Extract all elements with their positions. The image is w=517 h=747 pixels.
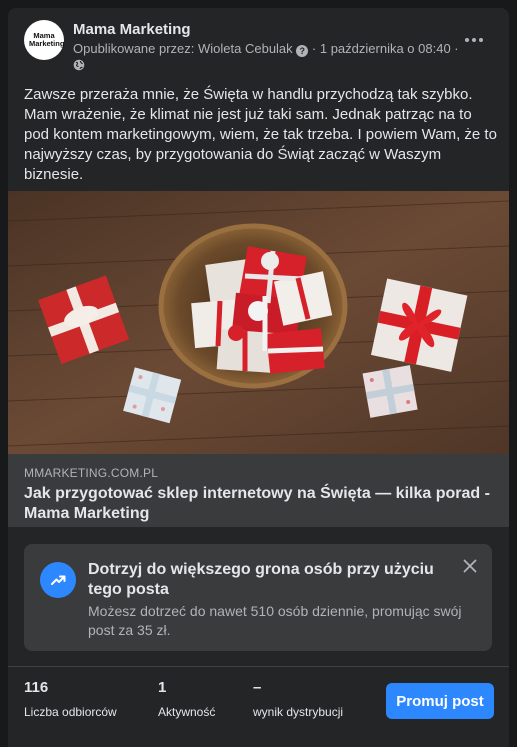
distribution-value: –	[253, 679, 262, 696]
more-options-button[interactable]	[460, 30, 488, 50]
close-icon[interactable]	[460, 556, 480, 576]
link-preview[interactable]: MMARKETING.COM.PL Jak przygotować sklep …	[8, 454, 509, 527]
avatar[interactable]: Mama Marketing	[24, 20, 64, 60]
link-domain: MMARKETING.COM.PL	[24, 466, 159, 480]
promote-post-button[interactable]: Promuj post	[386, 683, 494, 719]
promo-title: Dotrzyj do większego grona osób przy uży…	[88, 561, 434, 598]
page-name[interactable]: Mama Marketing	[73, 21, 191, 38]
more-dot	[479, 38, 483, 42]
reach-value: 116	[24, 679, 49, 696]
avatar-logo-text: Mama Marketing	[29, 31, 65, 48]
post-header: Mama Marketing Mama Marketing Opublikowa…	[8, 8, 509, 78]
trending-up-icon	[40, 562, 76, 598]
divider	[8, 666, 509, 667]
reach-label: Liczba odbiorców	[24, 705, 117, 719]
gifts-photo	[8, 191, 509, 454]
stat-engagement: 1 Aktywność	[158, 679, 215, 719]
globe-icon	[73, 59, 85, 71]
post-card: Mama Marketing Mama Marketing Opublikowa…	[8, 8, 509, 747]
engagement-label: Aktywność	[158, 705, 216, 719]
more-dots-icon	[465, 38, 469, 42]
author-line[interactable]: Opublikowane przez: Wioleta Cebulak	[73, 41, 293, 56]
question-icon[interactable]: ?	[296, 45, 309, 57]
post-text: Zawsze przeraża mnie, że Święta w handlu…	[24, 86, 497, 183]
link-title[interactable]: Jak przygotować sklep internetowy na Świ…	[24, 484, 494, 524]
stat-distribution: – wynik dystrybucji	[253, 679, 343, 719]
post-meta: Opublikowane przez: Wioleta Cebulak ? · …	[73, 41, 463, 57]
promo-description: Możesz dotrzeć do nawet 510 osób dzienni…	[88, 603, 462, 638]
distribution-label: wynik dystrybucji	[253, 705, 344, 719]
engagement-value: 1	[158, 679, 167, 696]
post-date[interactable]: · 1 października o 08:40 ·	[312, 41, 459, 56]
more-dot	[472, 38, 476, 42]
promo-box: Dotrzyj do większego grona osób przy uży…	[24, 544, 492, 651]
post-image[interactable]	[8, 191, 509, 454]
stat-reach: 116 Liczba odbiorców	[24, 679, 117, 719]
